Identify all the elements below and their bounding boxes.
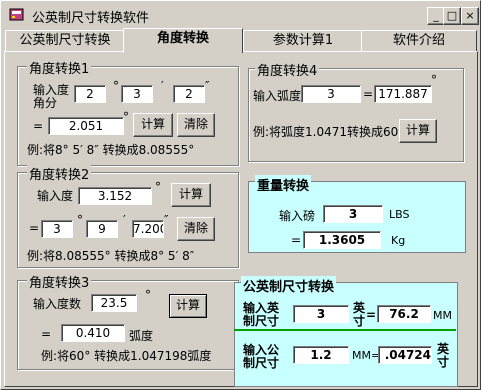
window-title: 公英制尺寸转换软件 [32,11,150,26]
angle1-label-2: 角分 [33,96,58,110]
title-bar[interactable]: 公英制尺寸转换软件 _ □ × [2,2,479,28]
weight-lbs-input[interactable]: 3 [323,205,383,223]
degree-symbol: ° [123,110,129,124]
maximize-button[interactable]: □ [443,7,461,25]
angle1-title: 角度转换1 [27,58,92,77]
degree-symbol: ° [155,180,161,194]
degree-symbol: ° [113,79,119,93]
weight-title: 重量转换 [255,175,312,194]
angle1-clear-button[interactable]: 清除 [177,113,215,137]
angle4-example: 例:将弧度1.0471转换成60° [253,125,405,139]
inch-result-unit-2: 寸 [437,355,450,369]
equals-label: = [363,87,374,101]
angle3-unit-label: 弧度 [129,329,154,343]
mm-result-output: 76.2 [377,305,431,323]
app-icon [9,8,24,21]
second-symbol: ″ [164,213,169,227]
inch-label-2: 制尺寸 [243,314,280,328]
tab-params-1[interactable]: 参数计算1 [243,30,363,51]
weight-unit-in: LBS [389,208,410,221]
degree-symbol: ° [145,288,151,302]
angle4-radian-input[interactable]: 3 [301,85,361,103]
app-window: 公英制尺寸转换软件 _ □ × 公英制尺寸转换 角度转换 参数计算1 软件介绍 … [0,0,481,390]
size-title: 公英制尺寸转换 [241,276,337,295]
angle4-title: 角度转换4 [255,60,320,79]
mm-input[interactable]: 1.2 [293,346,349,364]
weight-kg-output: 1.3605 [303,231,381,249]
angle2-clear-button[interactable]: 清除 [177,217,215,241]
degree-symbol: ° [431,73,437,87]
angle4-result-output: 171.887 [374,85,432,103]
minute-symbol: ′ [123,213,126,227]
angle4-calc-button[interactable]: 计算 [399,119,437,143]
tab-angle-convert[interactable]: 角度转换 [123,28,243,53]
angle3-degree-input[interactable]: 23.5 [91,294,137,312]
angle2-degree-output: 3 [41,220,73,238]
equals-label: = [29,221,40,235]
weight-unit-out: Kg [391,234,406,247]
equals-label: = [366,308,377,322]
inch-input[interactable]: 3 [293,305,349,323]
equals-label: = [41,327,52,341]
angle1-degree-input[interactable]: 2 [74,85,106,103]
angle3-example: 例:将60° 转换成1.047198弧度 [41,349,212,363]
angle3-result-output: 0.410 [61,324,125,342]
angle2-title: 角度转换2 [27,164,92,183]
mm-unit-label: MM [433,309,452,322]
angle4-label: 输入弧度 [253,89,302,103]
angle1-second-input[interactable]: 2 [173,85,205,103]
angle1-calc-button[interactable]: 计算 [133,113,173,137]
mm-label-2: 制尺寸 [243,356,280,370]
inch-result-output: .04724 [378,346,432,364]
angle2-example: 例:将8.08555° 转换成8° 5′ 8″ [27,249,195,263]
angle3-title: 角度转换3 [27,272,92,291]
equals-label: = [33,119,44,133]
angle3-calc-button[interactable]: 计算 [169,294,207,318]
tab-size-convert[interactable]: 公英制尺寸转换 [5,30,125,51]
angle2-degree-input[interactable]: 3.152 [78,187,152,205]
angle1-result-output: 2.051 [48,117,124,135]
equals-label: = [291,233,302,247]
weight-label: 输入磅 [279,209,316,223]
angle3-label: 输入度数 [33,297,82,311]
inch-unit-2: 寸 [353,314,366,328]
angle1-example: 例:将8° 5′ 8″ 转换成8.08555° [27,143,195,157]
angle2-minute-output: 9 [86,220,118,238]
angle1-minute-input[interactable]: 3 [121,85,153,103]
mm-input-unit: MM= [352,349,381,362]
size-divider [234,329,456,331]
angle2-label: 输入度 [37,189,74,203]
close-button[interactable]: × [461,7,479,25]
second-symbol: ″ [205,79,210,93]
minute-symbol: ′ [161,79,164,93]
degree-symbol: ° [77,213,83,227]
size-panel [234,282,458,387]
angle2-calc-button[interactable]: 计算 [171,183,211,207]
tab-about[interactable]: 软件介绍 [361,30,477,51]
angle2-second-output: 7.200 [132,220,164,238]
